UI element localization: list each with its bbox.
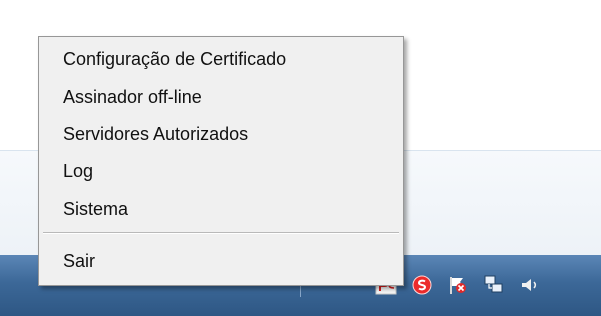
menu-separator — [43, 232, 399, 233]
s-shield-icon[interactable] — [410, 273, 434, 297]
menu-item-sistema[interactable]: Sistema — [63, 197, 128, 221]
menu-item-sair[interactable]: Sair — [63, 249, 95, 273]
menu-item-configuracao-de-certificado[interactable]: Configuração de Certificado — [63, 47, 286, 71]
context-menu: Configuração de Certificado Assinador of… — [38, 36, 404, 286]
network-icon[interactable] — [482, 273, 506, 297]
flag-alert-icon[interactable] — [446, 273, 470, 297]
menu-item-assinador-off-line[interactable]: Assinador off-line — [63, 85, 202, 109]
speaker-icon[interactable] — [517, 273, 541, 297]
menu-item-log[interactable]: Log — [63, 159, 93, 183]
menu-item-servidores-autorizados[interactable]: Servidores Autorizados — [63, 122, 248, 146]
